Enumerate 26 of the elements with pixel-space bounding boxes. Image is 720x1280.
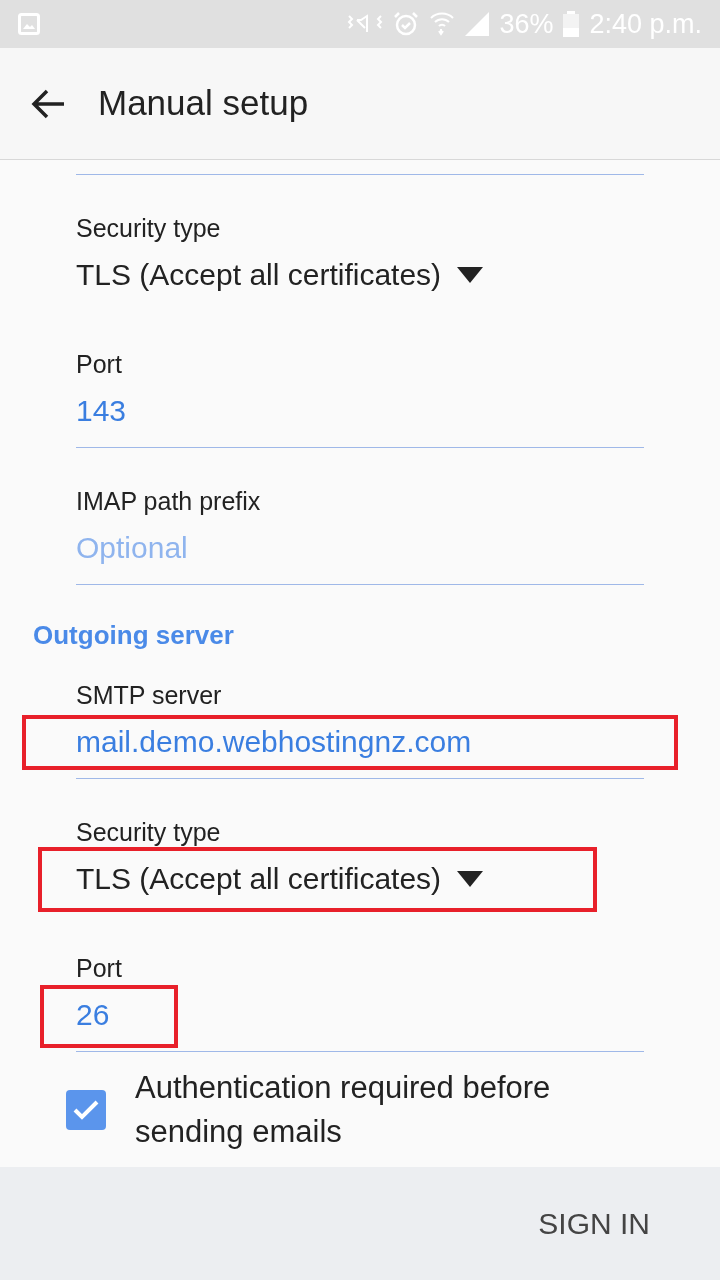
back-arrow-icon <box>31 88 65 119</box>
security-type-dropdown[interactable]: TLS (Accept all certificates) <box>76 253 484 297</box>
dropdown-caret-icon <box>457 267 484 283</box>
security-type-dropdown[interactable]: TLS (Accept all certificates) <box>76 857 484 901</box>
field-label: Security type <box>76 213 222 243</box>
field-label: Port <box>76 953 123 983</box>
field-label: Security type <box>76 817 222 847</box>
alarm-icon <box>393 11 420 37</box>
dropdown-caret-icon <box>457 871 484 887</box>
field-label: IMAP path prefix <box>76 486 262 516</box>
field-label: SMTP server <box>76 680 223 710</box>
section-heading: Outgoing server <box>33 619 235 651</box>
battery-icon <box>563 11 580 37</box>
sign-in-button[interactable]: SIGN IN <box>538 1201 650 1246</box>
check-icon <box>72 1099 100 1121</box>
input-field[interactable]: 143 <box>76 389 644 433</box>
field-label: Port <box>76 349 123 379</box>
checkbox-label: Authentication required before sending emails <box>135 1069 552 1151</box>
screen-title: Manual setup <box>98 82 309 125</box>
image-icon <box>18 13 40 35</box>
checkbox[interactable] <box>66 1090 106 1130</box>
wifi-icon <box>429 11 456 37</box>
input-field[interactable]: Optional <box>76 526 644 570</box>
signal-icon <box>465 12 490 36</box>
input-field[interactable]: 26 <box>76 993 644 1037</box>
input-field[interactable]: mail.demo.webhostingnz.com <box>76 720 644 764</box>
